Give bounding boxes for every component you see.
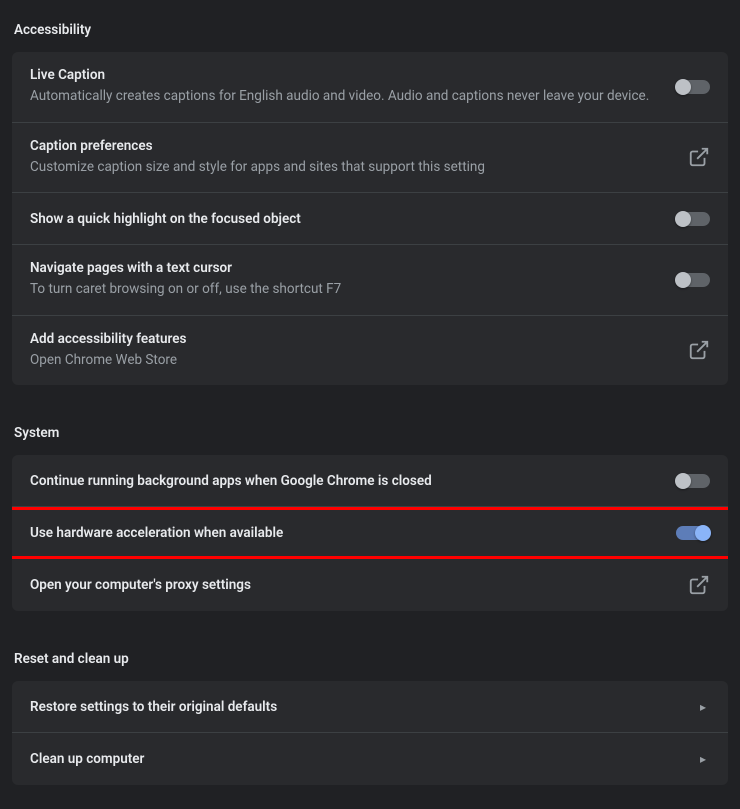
add-accessibility-title: Add accessibility features bbox=[30, 331, 668, 347]
live-caption-title: Live Caption bbox=[30, 67, 656, 83]
restore-defaults-row[interactable]: Restore settings to their original defau… bbox=[12, 681, 728, 733]
system-section: System Continue running background apps … bbox=[12, 413, 728, 611]
hardware-acceleration-toggle[interactable] bbox=[676, 526, 710, 540]
caption-preferences-text: Caption preferences Customize caption si… bbox=[30, 138, 688, 178]
clean-up-computer-title: Clean up computer bbox=[30, 751, 680, 767]
proxy-settings-row[interactable]: Open your computer's proxy settings bbox=[12, 559, 728, 611]
caret-browsing-toggle[interactable] bbox=[676, 273, 710, 287]
external-link-icon bbox=[688, 339, 710, 361]
add-accessibility-text: Add accessibility features Open Chrome W… bbox=[30, 331, 688, 371]
external-link-icon bbox=[688, 146, 710, 168]
live-caption-text: Live Caption Automatically creates capti… bbox=[30, 67, 676, 107]
quick-highlight-text: Show a quick highlight on the focused ob… bbox=[30, 211, 676, 227]
caret-browsing-desc: To turn caret browsing on or off, use th… bbox=[30, 280, 656, 300]
chevron-right-icon: ▸ bbox=[700, 700, 710, 714]
caption-preferences-desc: Customize caption size and style for app… bbox=[30, 158, 668, 178]
toggle-knob bbox=[675, 473, 691, 489]
quick-highlight-row[interactable]: Show a quick highlight on the focused ob… bbox=[12, 193, 728, 245]
toggle-knob bbox=[675, 79, 691, 95]
add-accessibility-desc: Open Chrome Web Store bbox=[30, 351, 668, 371]
system-header: System bbox=[12, 413, 728, 455]
add-accessibility-row[interactable]: Add accessibility features Open Chrome W… bbox=[12, 316, 728, 386]
hardware-acceleration-row[interactable]: Use hardware acceleration when available bbox=[12, 507, 728, 559]
live-caption-row[interactable]: Live Caption Automatically creates capti… bbox=[12, 52, 728, 123]
caret-browsing-title: Navigate pages with a text cursor bbox=[30, 260, 656, 276]
hardware-acceleration-title: Use hardware acceleration when available bbox=[30, 525, 656, 541]
live-caption-desc: Automatically creates captions for Engli… bbox=[30, 87, 656, 107]
accessibility-header: Accessibility bbox=[12, 10, 728, 52]
restore-defaults-title: Restore settings to their original defau… bbox=[30, 699, 680, 715]
system-card: Continue running background apps when Go… bbox=[12, 455, 728, 611]
clean-up-computer-row[interactable]: Clean up computer ▸ bbox=[12, 733, 728, 785]
proxy-settings-text: Open your computer's proxy settings bbox=[30, 577, 688, 593]
caret-browsing-row[interactable]: Navigate pages with a text cursor To tur… bbox=[12, 245, 728, 316]
accessibility-section: Accessibility Live Caption Automatically… bbox=[12, 10, 728, 385]
quick-highlight-toggle[interactable] bbox=[676, 212, 710, 226]
reset-section: Reset and clean up Restore settings to t… bbox=[12, 639, 728, 785]
live-caption-toggle[interactable] bbox=[676, 80, 710, 94]
hardware-acceleration-text: Use hardware acceleration when available bbox=[30, 525, 676, 541]
caption-preferences-title: Caption preferences bbox=[30, 138, 668, 154]
background-apps-text: Continue running background apps when Go… bbox=[30, 473, 676, 489]
clean-up-computer-text: Clean up computer bbox=[30, 751, 700, 767]
toggle-knob bbox=[695, 525, 711, 541]
quick-highlight-title: Show a quick highlight on the focused ob… bbox=[30, 211, 656, 227]
reset-card: Restore settings to their original defau… bbox=[12, 681, 728, 785]
external-link-icon bbox=[688, 574, 710, 596]
caption-preferences-row[interactable]: Caption preferences Customize caption si… bbox=[12, 123, 728, 194]
toggle-knob bbox=[675, 211, 691, 227]
background-apps-title: Continue running background apps when Go… bbox=[30, 473, 656, 489]
proxy-settings-title: Open your computer's proxy settings bbox=[30, 577, 668, 593]
background-apps-toggle[interactable] bbox=[676, 474, 710, 488]
restore-defaults-text: Restore settings to their original defau… bbox=[30, 699, 700, 715]
caret-browsing-text: Navigate pages with a text cursor To tur… bbox=[30, 260, 676, 300]
chevron-right-icon: ▸ bbox=[700, 752, 710, 766]
accessibility-card: Live Caption Automatically creates capti… bbox=[12, 52, 728, 385]
toggle-knob bbox=[675, 272, 691, 288]
reset-header: Reset and clean up bbox=[12, 639, 728, 681]
background-apps-row[interactable]: Continue running background apps when Go… bbox=[12, 455, 728, 507]
